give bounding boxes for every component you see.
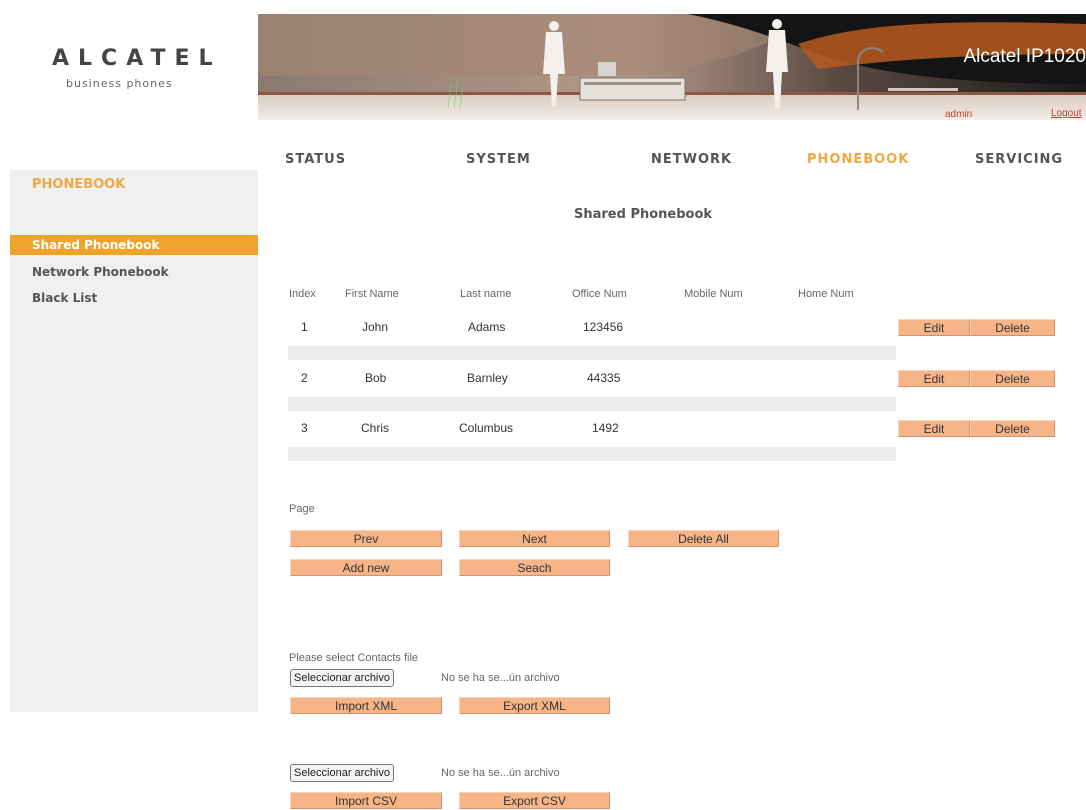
row-index: 1 [301, 320, 308, 334]
banner-illustration [258, 14, 1086, 120]
next-button[interactable]: Next [459, 530, 610, 547]
row-index: 2 [301, 371, 308, 385]
edit-button[interactable]: Edit [898, 370, 970, 387]
product-name: Alcatel IP1020 [963, 46, 1086, 67]
column-header-office-num: Office Num [572, 288, 627, 300]
row-office-num: 123456 [583, 320, 624, 334]
row-office-num: 44335 [587, 371, 621, 385]
export-xml-button[interactable]: Export XML [459, 697, 610, 714]
delete-button[interactable]: Delete [970, 420, 1055, 437]
delete-all-button[interactable]: Delete All [628, 530, 779, 547]
brand-name: ALCATEL [52, 46, 222, 71]
choose-file-button-csv[interactable]: Seleccionar archivo [290, 764, 394, 782]
row-separator [288, 447, 896, 461]
logout-link[interactable]: Logout [1051, 108, 1082, 119]
export-csv-button[interactable]: Export CSV [459, 792, 610, 809]
edit-button[interactable]: Edit [898, 319, 970, 336]
search-button[interactable]: Seach [459, 559, 610, 576]
brand-tagline: business phones [66, 77, 173, 90]
row-last-name: Barnley [467, 371, 508, 385]
brand-logo: ALCATEL business phones [0, 0, 258, 120]
page-title: Shared Phonebook [574, 207, 713, 222]
nav-phonebook[interactable]: PHONEBOOK [807, 152, 909, 167]
row-separator [288, 397, 896, 411]
edit-button[interactable]: Edit [898, 420, 970, 437]
delete-button[interactable]: Delete [970, 370, 1055, 387]
add-new-button[interactable]: Add new [290, 559, 442, 576]
nav-status[interactable]: STATUS [285, 152, 346, 167]
column-header-index: Index [289, 288, 316, 300]
row-office-num: 1492 [592, 421, 619, 435]
column-header-last-name: Last name [460, 288, 512, 300]
logged-in-user: admin [945, 109, 973, 120]
sidebar: PHONEBOOK Shared Phonebook Network Phone… [10, 170, 258, 712]
sidebar-title: PHONEBOOK [32, 177, 126, 192]
row-index: 3 [301, 421, 308, 435]
prev-button[interactable]: Prev [290, 530, 442, 547]
import-xml-button[interactable]: Import XML [290, 697, 442, 714]
contacts-file-label: Please select Contacts file [289, 652, 419, 664]
row-last-name: Columbus [459, 421, 514, 435]
column-header-first-name: First Name [345, 288, 399, 300]
sidebar-item-network-phonebook[interactable]: Network Phonebook [10, 262, 258, 282]
page-label: Page [289, 503, 315, 515]
row-last-name: Adams [468, 320, 506, 334]
row-first-name: Chris [361, 421, 390, 435]
choose-file-button-xml[interactable]: Seleccionar archivo [290, 669, 394, 687]
row-first-name: John [362, 320, 389, 334]
row-separator [288, 346, 896, 360]
import-csv-button[interactable]: Import CSV [290, 792, 442, 809]
sidebar-item-shared-phonebook[interactable]: Shared Phonebook [10, 235, 258, 255]
column-header-home-num: Home Num [798, 288, 854, 300]
row-first-name: Bob [365, 371, 387, 385]
file-status-csv: No se ha se...ún archivo [441, 767, 560, 779]
nav-network[interactable]: NETWORK [651, 152, 732, 167]
sidebar-item-black-list[interactable]: Black List [10, 288, 258, 308]
header-banner: Alcatel IP1020 admin Logout [258, 14, 1086, 120]
column-header-mobile-num: Mobile Num [684, 288, 743, 300]
nav-system[interactable]: SYSTEM [466, 152, 531, 167]
file-status-xml: No se ha se...ún archivo [441, 672, 560, 684]
nav-servicing[interactable]: SERVICING [975, 152, 1063, 167]
delete-button[interactable]: Delete [970, 319, 1055, 336]
